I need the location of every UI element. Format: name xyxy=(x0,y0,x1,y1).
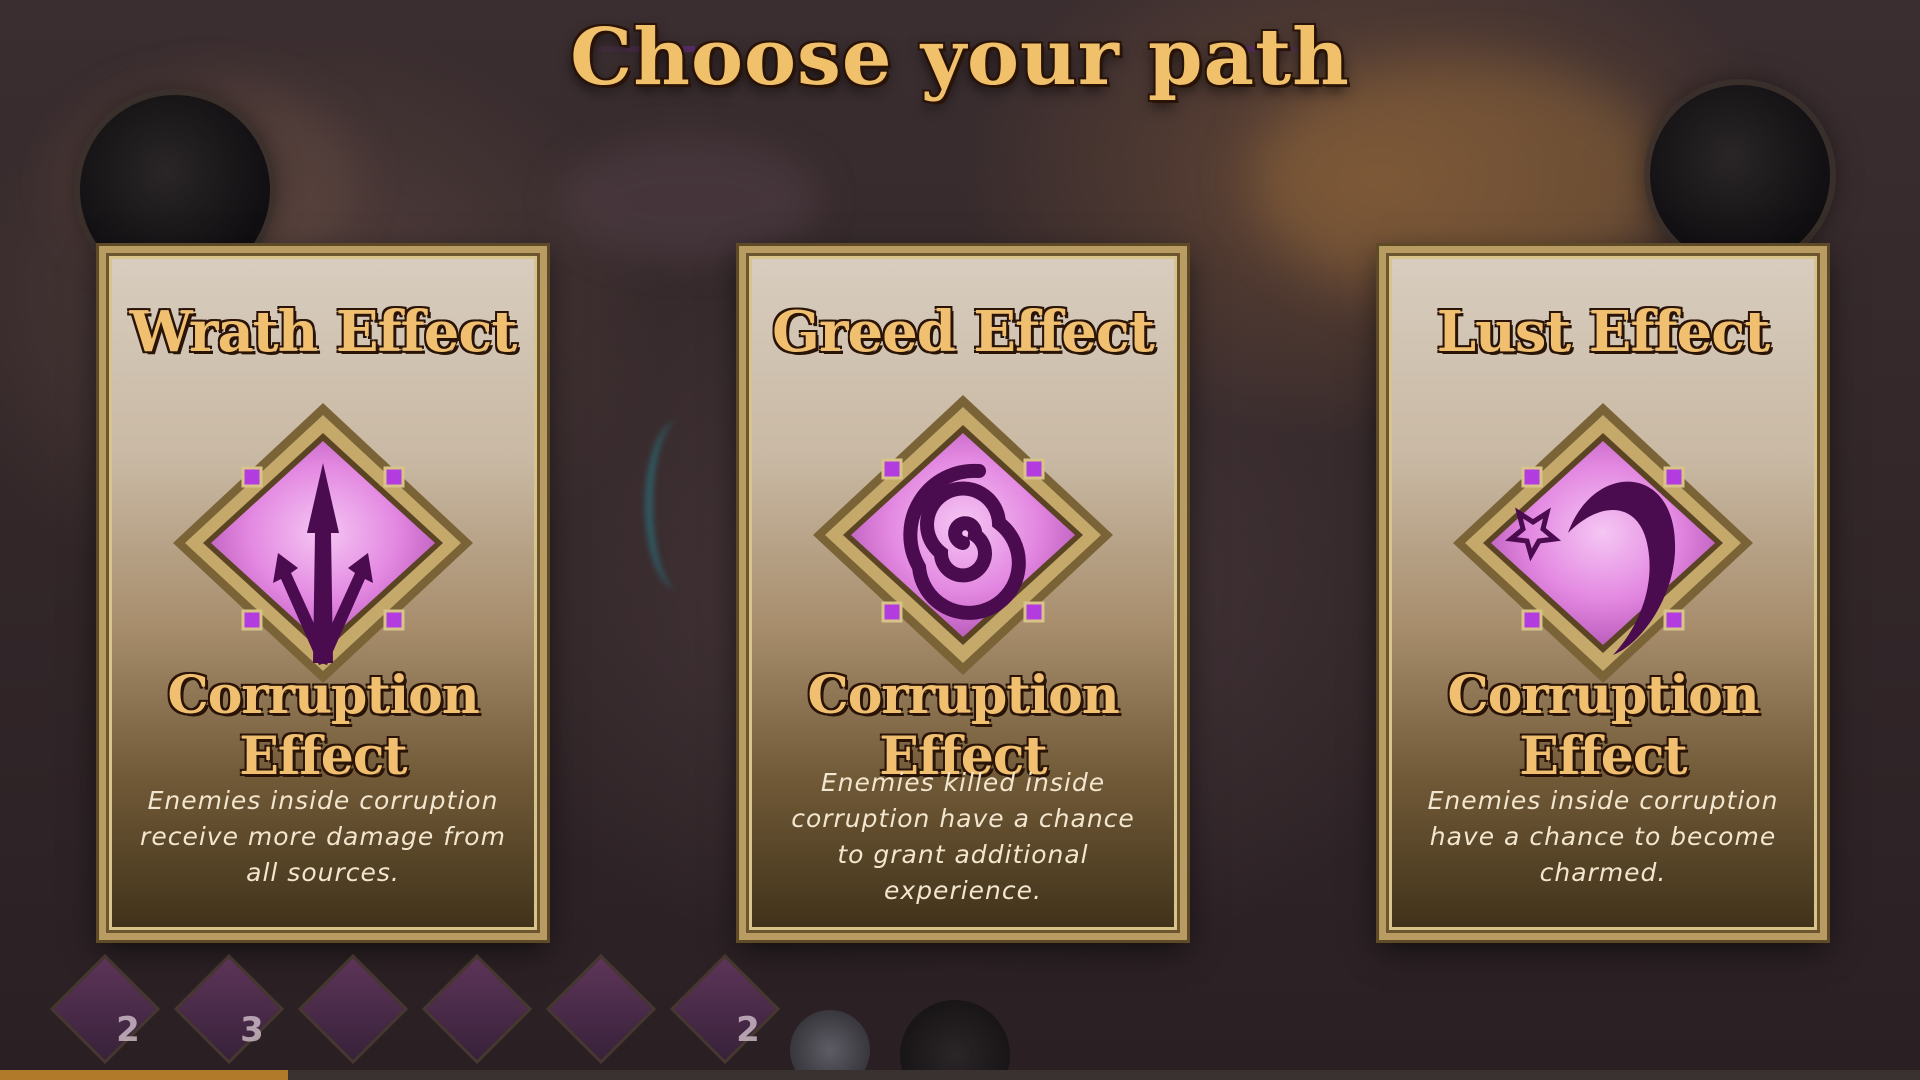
path-card-lust[interactable]: Lust Effect Corruption Effect Enemies in… xyxy=(1376,243,1830,943)
background-teal-arc xyxy=(645,420,713,590)
background-glow-center xyxy=(560,140,820,260)
experience-bar xyxy=(0,1070,1920,1080)
hotbar-count: 3 xyxy=(240,1010,264,1050)
card-title: Wrath Effect xyxy=(129,299,518,365)
hotbar-count: 2 xyxy=(736,1010,760,1050)
card-subtitle: Corruption Effect xyxy=(167,665,479,787)
card-title: Greed Effect xyxy=(772,299,1155,365)
card-subtitle: Corruption Effect xyxy=(1447,665,1759,787)
spiral-icon xyxy=(803,393,1123,693)
page-title: Choose your path xyxy=(570,12,1350,103)
hotbar-slot xyxy=(545,953,657,1065)
card-description: Enemies inside corruption receive more d… xyxy=(140,786,506,887)
game-scene: Choose your path Wrath Effect Corruption… xyxy=(0,0,1920,1080)
card-description: Enemies inside corruption have a chance … xyxy=(1427,786,1779,887)
hotbar-slot xyxy=(297,953,409,1065)
card-title: Lust Effect xyxy=(1436,299,1770,365)
triple-arrow-icon xyxy=(163,393,483,693)
background-orb-right xyxy=(1650,85,1830,265)
hotbar-slot xyxy=(421,953,533,1065)
hotbar-orb xyxy=(900,1000,1010,1080)
hotbar-count: 2 xyxy=(116,1010,140,1050)
star-crescent-icon xyxy=(1443,393,1763,693)
path-card-greed[interactable]: Greed Effect Corruption Effect Enemies k… xyxy=(736,243,1190,943)
card-description: Enemies killed inside corruption have a … xyxy=(791,768,1135,905)
path-card-wrath[interactable]: Wrath Effect Corruption Effect Enemies i… xyxy=(96,243,550,943)
